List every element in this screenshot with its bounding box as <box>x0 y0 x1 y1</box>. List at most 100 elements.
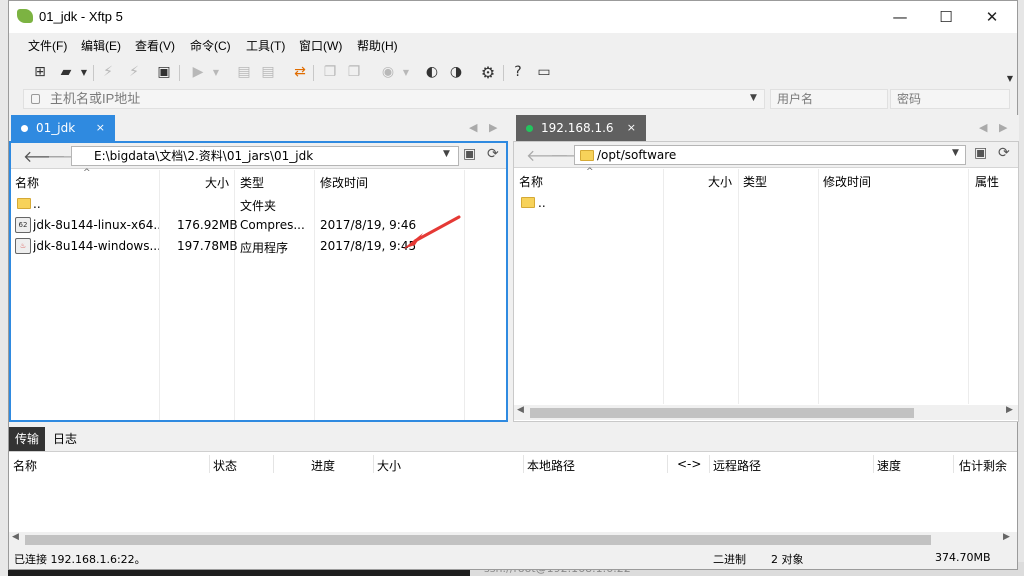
transfer-col-progress[interactable]: 进度 <box>311 457 335 474</box>
transfer-col-eta[interactable]: 估计剩余 <box>959 457 1015 474</box>
chevron-down-icon[interactable]: ▼ <box>952 148 959 158</box>
xftp-icon[interactable]: ◑ <box>447 63 465 81</box>
sync-icon[interactable]: ⇄ <box>291 63 309 81</box>
title-bar: 01_jdk - Xftp 5 — ☐ ✕ <box>9 1 1017 33</box>
settings-icon[interactable]: ⚙ <box>479 63 497 82</box>
lock-icon <box>31 94 40 104</box>
help-icon[interactable]: ? <box>509 63 527 81</box>
column-name[interactable]: 名称 <box>519 173 543 190</box>
paste-icon[interactable]: ❐ <box>345 63 363 81</box>
remote-path-input[interactable]: /opt/software <box>574 145 966 165</box>
username-input[interactable]: 用户名 <box>770 89 888 109</box>
menu-help[interactable]: 帮助(H) <box>357 37 398 54</box>
column-name[interactable]: 名称 <box>15 174 39 191</box>
chevron-down-icon[interactable]: ▼ <box>443 149 450 159</box>
transfer-mode: 二进制 <box>713 553 746 566</box>
host-input[interactable]: 主机名或IP地址 <box>23 89 765 109</box>
download-icon[interactable]: ▤ <box>235 63 253 81</box>
file-size: 176.92MB <box>177 218 238 232</box>
transfer-col-direction[interactable]: <-> <box>677 457 701 471</box>
file-name: .. <box>33 197 41 211</box>
xftp-logo-icon <box>17 9 33 23</box>
disconnect-icon[interactable]: ⚡ <box>99 63 117 81</box>
upload-icon[interactable]: ▤ <box>259 63 277 81</box>
xshell-icon[interactable]: ◐ <box>423 63 441 81</box>
scroll-left-icon[interactable]: ◀ <box>517 405 524 415</box>
tab-scroll-right-icon[interactable]: ▶ <box>999 121 1007 134</box>
column-modified[interactable]: 修改时间 <box>823 173 871 190</box>
refresh-icon[interactable]: ⟳ <box>487 146 499 162</box>
column-size[interactable]: 大小 <box>708 173 732 190</box>
tab-transfer[interactable]: 传输 <box>9 427 46 451</box>
file-type: 应用程序 <box>240 241 289 255</box>
new-session-icon[interactable]: ⊞ <box>31 63 49 81</box>
file-name: .. <box>538 196 546 210</box>
column-attributes[interactable]: 属性 <box>975 173 999 190</box>
menu-file[interactable]: 文件(F) <box>28 37 67 54</box>
remote-horizontal-scrollbar[interactable]: ◀ ▶ <box>514 405 1018 420</box>
column-divider <box>667 455 668 473</box>
toolbar-overflow-icon[interactable]: ▼ <box>1001 69 1019 87</box>
menu-window[interactable]: 窗口(W) <box>299 37 342 54</box>
table-row[interactable]: .. 文件夹 <box>13 194 503 215</box>
menu-edit[interactable]: 编辑(E) <box>81 37 121 54</box>
close-icon[interactable]: × <box>96 115 105 141</box>
password-input[interactable]: 密码 <box>890 89 1010 109</box>
scrollbar-thumb[interactable] <box>25 535 931 545</box>
scrollbar-thumb[interactable] <box>530 408 914 418</box>
column-modified[interactable]: 修改时间 <box>320 174 368 191</box>
file-name: jdk-8u144-linux-x64... <box>33 218 159 232</box>
menu-command[interactable]: 命令(C) <box>190 37 231 54</box>
column-divider <box>709 455 710 473</box>
column-divider <box>523 455 524 473</box>
properties-icon[interactable]: ▣ <box>155 63 173 81</box>
close-button[interactable]: ✕ <box>969 1 1015 33</box>
column-type[interactable]: 类型 <box>240 174 264 191</box>
scroll-right-icon[interactable]: ▶ <box>1003 532 1010 542</box>
tab-label: 01_jdk <box>36 121 76 135</box>
transfer-col-status[interactable]: 状态 <box>213 457 237 474</box>
chat-icon[interactable]: ▭ <box>535 63 553 81</box>
transfer-col-size[interactable]: 大小 <box>377 457 401 474</box>
close-icon[interactable]: × <box>627 115 636 141</box>
tab-local-01-jdk[interactable]: 01_jdk × <box>11 115 115 141</box>
chevron-down-icon[interactable]: ▼ <box>75 63 93 81</box>
tab-remote-192-168-1-6[interactable]: 192.168.1.6 × <box>516 115 646 141</box>
transfer-col-name[interactable]: 名称 <box>13 457 37 474</box>
chevron-down-icon[interactable]: ▼ <box>397 63 415 81</box>
table-row[interactable]: .. <box>516 193 1016 214</box>
tab-log[interactable]: 日志 <box>47 427 83 451</box>
new-folder-icon[interactable]: ▣ <box>463 146 476 162</box>
column-divider <box>209 455 210 473</box>
transfer-col-remote-path[interactable]: 远程路径 <box>713 457 761 474</box>
remote-column-headers: 名称 大小 类型 修改时间 属性 <box>514 169 1018 191</box>
open-folder-icon[interactable]: ▰ <box>57 63 75 81</box>
maximize-button[interactable]: ☐ <box>923 1 969 33</box>
file-name: jdk-8u144-windows... <box>33 239 159 253</box>
column-size[interactable]: 大小 <box>205 174 229 191</box>
transfer-col-local-path[interactable]: 本地路径 <box>527 457 575 474</box>
copy-icon[interactable]: ❐ <box>321 63 339 81</box>
minimize-button[interactable]: — <box>877 1 923 33</box>
chevron-down-icon[interactable]: ▼ <box>750 93 757 103</box>
transfer-col-speed[interactable]: 速度 <box>877 457 901 474</box>
transfer-horizontal-scrollbar[interactable]: ◀ ▶ <box>9 532 1017 547</box>
menu-view[interactable]: 查看(V) <box>135 37 175 54</box>
transfer-list: 名称 状态 进度 大小 本地路径 <-> 远程路径 速度 估计剩余 ◀ ▶ <box>9 451 1017 547</box>
new-folder-icon[interactable]: ▣ <box>974 145 987 161</box>
scroll-right-icon[interactable]: ▶ <box>1006 405 1013 415</box>
tab-scroll-left-icon[interactable]: ◀ <box>979 121 987 134</box>
transfer-icon[interactable]: ▶ <box>189 63 207 81</box>
tab-scroll-left-icon[interactable]: ◀ <box>469 121 477 134</box>
tab-scroll-right-icon[interactable]: ▶ <box>489 121 497 134</box>
reconnect-icon[interactable]: ⚡ <box>125 63 143 81</box>
menu-tools[interactable]: 工具(T) <box>246 37 285 54</box>
column-type[interactable]: 类型 <box>743 173 767 190</box>
file-type: Compres... <box>240 218 305 232</box>
local-path-input[interactable]: E:\bigdata\文档\2.资料\01_jars\01_jdk <box>71 146 459 166</box>
refresh-icon[interactable]: ⟳ <box>998 145 1010 161</box>
chevron-down-icon[interactable]: ▼ <box>207 63 225 81</box>
status-bar: 已连接 192.168.1.6:22。 二进制 2 对象 374.70MB <box>9 548 1017 568</box>
scroll-left-icon[interactable]: ◀ <box>12 532 19 542</box>
globe-icon[interactable]: ◉ <box>379 63 397 81</box>
